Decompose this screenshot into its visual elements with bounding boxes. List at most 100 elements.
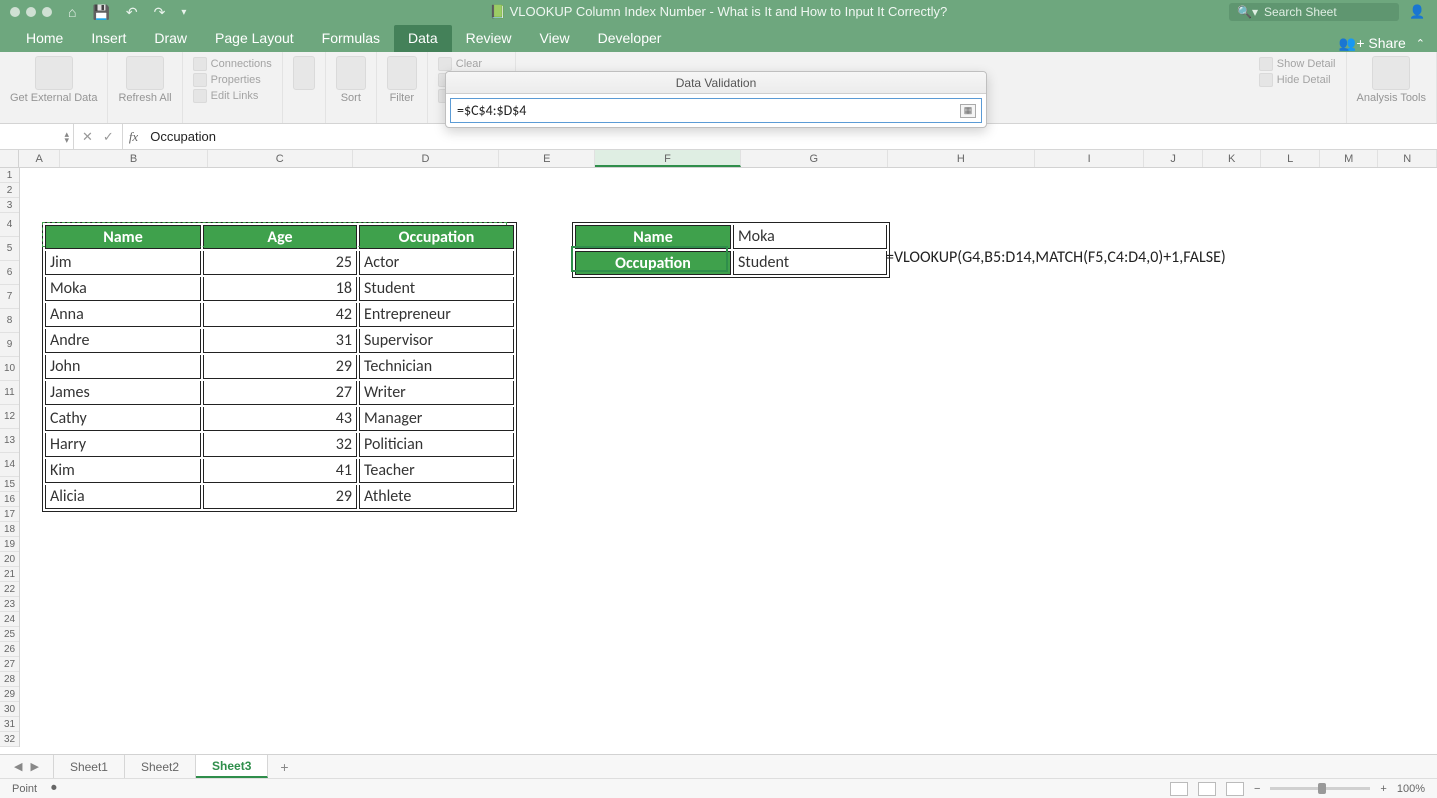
table-row[interactable]: James27Writer: [45, 381, 514, 405]
cell-name[interactable]: James: [45, 381, 201, 405]
hide-detail-icon[interactable]: [1259, 73, 1273, 87]
row-header-4[interactable]: 4: [0, 213, 19, 237]
get-external-data-icon[interactable]: [35, 56, 73, 90]
row-header-18[interactable]: 18: [0, 522, 19, 537]
cell-age[interactable]: 41: [203, 459, 357, 483]
cell-occupation[interactable]: Manager: [359, 407, 514, 431]
save-icon[interactable]: 💾: [92, 4, 109, 21]
accept-formula-icon[interactable]: ✓: [103, 129, 114, 145]
name-box-caret-icon[interactable]: ▴▾: [64, 131, 73, 143]
tab-home[interactable]: Home: [12, 25, 77, 52]
window-controls[interactable]: [0, 7, 52, 17]
row-header-16[interactable]: 16: [0, 492, 19, 507]
col-header-B[interactable]: B: [60, 150, 207, 167]
row-header-28[interactable]: 28: [0, 672, 19, 687]
table-row[interactable]: Kim41Teacher: [45, 459, 514, 483]
add-sheet-button[interactable]: +: [268, 759, 300, 775]
share-button[interactable]: 👥+ Share: [1339, 35, 1406, 52]
show-detail-label[interactable]: Show Detail: [1277, 58, 1336, 70]
row-header-8[interactable]: 8: [0, 309, 19, 333]
name-box[interactable]: ▴▾: [0, 124, 74, 149]
row-header-15[interactable]: 15: [0, 477, 19, 492]
tab-page-layout[interactable]: Page Layout: [201, 25, 308, 52]
col-header-H[interactable]: H: [888, 150, 1035, 167]
row-header-19[interactable]: 19: [0, 537, 19, 552]
tab-view[interactable]: View: [526, 25, 584, 52]
cell-name[interactable]: Andre: [45, 329, 201, 353]
cell-age[interactable]: 18: [203, 277, 357, 301]
cell-occupation[interactable]: Politician: [359, 433, 514, 457]
cell-age[interactable]: 29: [203, 485, 357, 509]
row-header-27[interactable]: 27: [0, 657, 19, 672]
cell-name[interactable]: Kim: [45, 459, 201, 483]
edit-links-icon[interactable]: [193, 89, 207, 103]
data-validation-source-input[interactable]: [450, 98, 982, 123]
cell-name[interactable]: John: [45, 355, 201, 379]
tab-formulas[interactable]: Formulas: [308, 25, 394, 52]
cell-occupation[interactable]: Technician: [359, 355, 514, 379]
table-row[interactable]: Anna42Entrepreneur: [45, 303, 514, 327]
cell-age[interactable]: 25: [203, 251, 357, 275]
row-header-5[interactable]: 5: [0, 237, 19, 261]
cell-age[interactable]: 29: [203, 355, 357, 379]
table-row[interactable]: Jim25Actor: [45, 251, 514, 275]
row-header-6[interactable]: 6: [0, 261, 19, 285]
connections-label[interactable]: Connections: [211, 58, 272, 70]
col-header-N[interactable]: N: [1378, 150, 1437, 167]
col-header-L[interactable]: L: [1261, 150, 1320, 167]
prev-sheet-icon[interactable]: ◀: [14, 760, 22, 773]
row-header-1[interactable]: 1: [0, 168, 19, 183]
data-validation-dialog[interactable]: Data Validation ▦: [445, 71, 987, 128]
cell-age[interactable]: 31: [203, 329, 357, 353]
cell-occupation[interactable]: Supervisor: [359, 329, 514, 353]
sheet-tab-sheet3[interactable]: Sheet3: [196, 755, 268, 778]
cancel-formula-icon[interactable]: ✕: [82, 129, 93, 145]
row-header-3[interactable]: 3: [0, 198, 19, 213]
row-header-2[interactable]: 2: [0, 183, 19, 198]
fx-icon[interactable]: fx: [123, 129, 144, 145]
lookup-value[interactable]: Moka: [733, 225, 887, 249]
macro-record-icon[interactable]: ⏺: [51, 782, 57, 795]
table-row[interactable]: Andre31Supervisor: [45, 329, 514, 353]
analysis-tools-icon[interactable]: [1372, 56, 1410, 90]
row-header-7[interactable]: 7: [0, 285, 19, 309]
col-header-I[interactable]: I: [1035, 150, 1144, 167]
col-header-F[interactable]: F: [595, 150, 740, 167]
row-header-11[interactable]: 11: [0, 381, 19, 405]
cell-name[interactable]: Anna: [45, 303, 201, 327]
row-header-21[interactable]: 21: [0, 567, 19, 582]
sheet-tab-sheet1[interactable]: Sheet1: [53, 755, 125, 778]
row-header-31[interactable]: 31: [0, 717, 19, 732]
search-sheet-input[interactable]: 🔍▾ Search Sheet: [1229, 3, 1399, 21]
range-picker-icon[interactable]: ▦: [960, 104, 976, 118]
row-header-32[interactable]: 32: [0, 732, 19, 747]
row-header-22[interactable]: 22: [0, 582, 19, 597]
cell-age[interactable]: 43: [203, 407, 357, 431]
connections-icon[interactable]: [193, 57, 207, 71]
row-header-23[interactable]: 23: [0, 597, 19, 612]
cell-name[interactable]: Jim: [45, 251, 201, 275]
user-account-icon[interactable]: 👤: [1409, 4, 1425, 20]
row-header-14[interactable]: 14: [0, 453, 19, 477]
undo-icon[interactable]: ↶: [126, 4, 138, 21]
table-row[interactable]: John29Technician: [45, 355, 514, 379]
cell-name[interactable]: Harry: [45, 433, 201, 457]
edit-links-label[interactable]: Edit Links: [211, 90, 259, 102]
zoom-slider[interactable]: [1270, 787, 1370, 790]
qat-dropdown-icon[interactable]: ▾: [181, 7, 186, 18]
sheet-tab-sheet2[interactable]: Sheet2: [125, 755, 196, 778]
col-header-E[interactable]: E: [499, 150, 595, 167]
zoom-out-icon[interactable]: −: [1254, 783, 1260, 795]
table-row[interactable]: Harry32Politician: [45, 433, 514, 457]
properties-icon[interactable]: [193, 73, 207, 87]
next-sheet-icon[interactable]: ▶: [30, 760, 38, 773]
col-header-G[interactable]: G: [741, 150, 888, 167]
tab-data[interactable]: Data: [394, 25, 452, 52]
cell-occupation[interactable]: Teacher: [359, 459, 514, 483]
show-detail-icon[interactable]: [1259, 57, 1273, 71]
table-row[interactable]: Cathy43Manager: [45, 407, 514, 431]
cell-occupation[interactable]: Athlete: [359, 485, 514, 509]
col-header-C[interactable]: C: [208, 150, 353, 167]
cell-name[interactable]: Alicia: [45, 485, 201, 509]
properties-label[interactable]: Properties: [211, 74, 261, 86]
